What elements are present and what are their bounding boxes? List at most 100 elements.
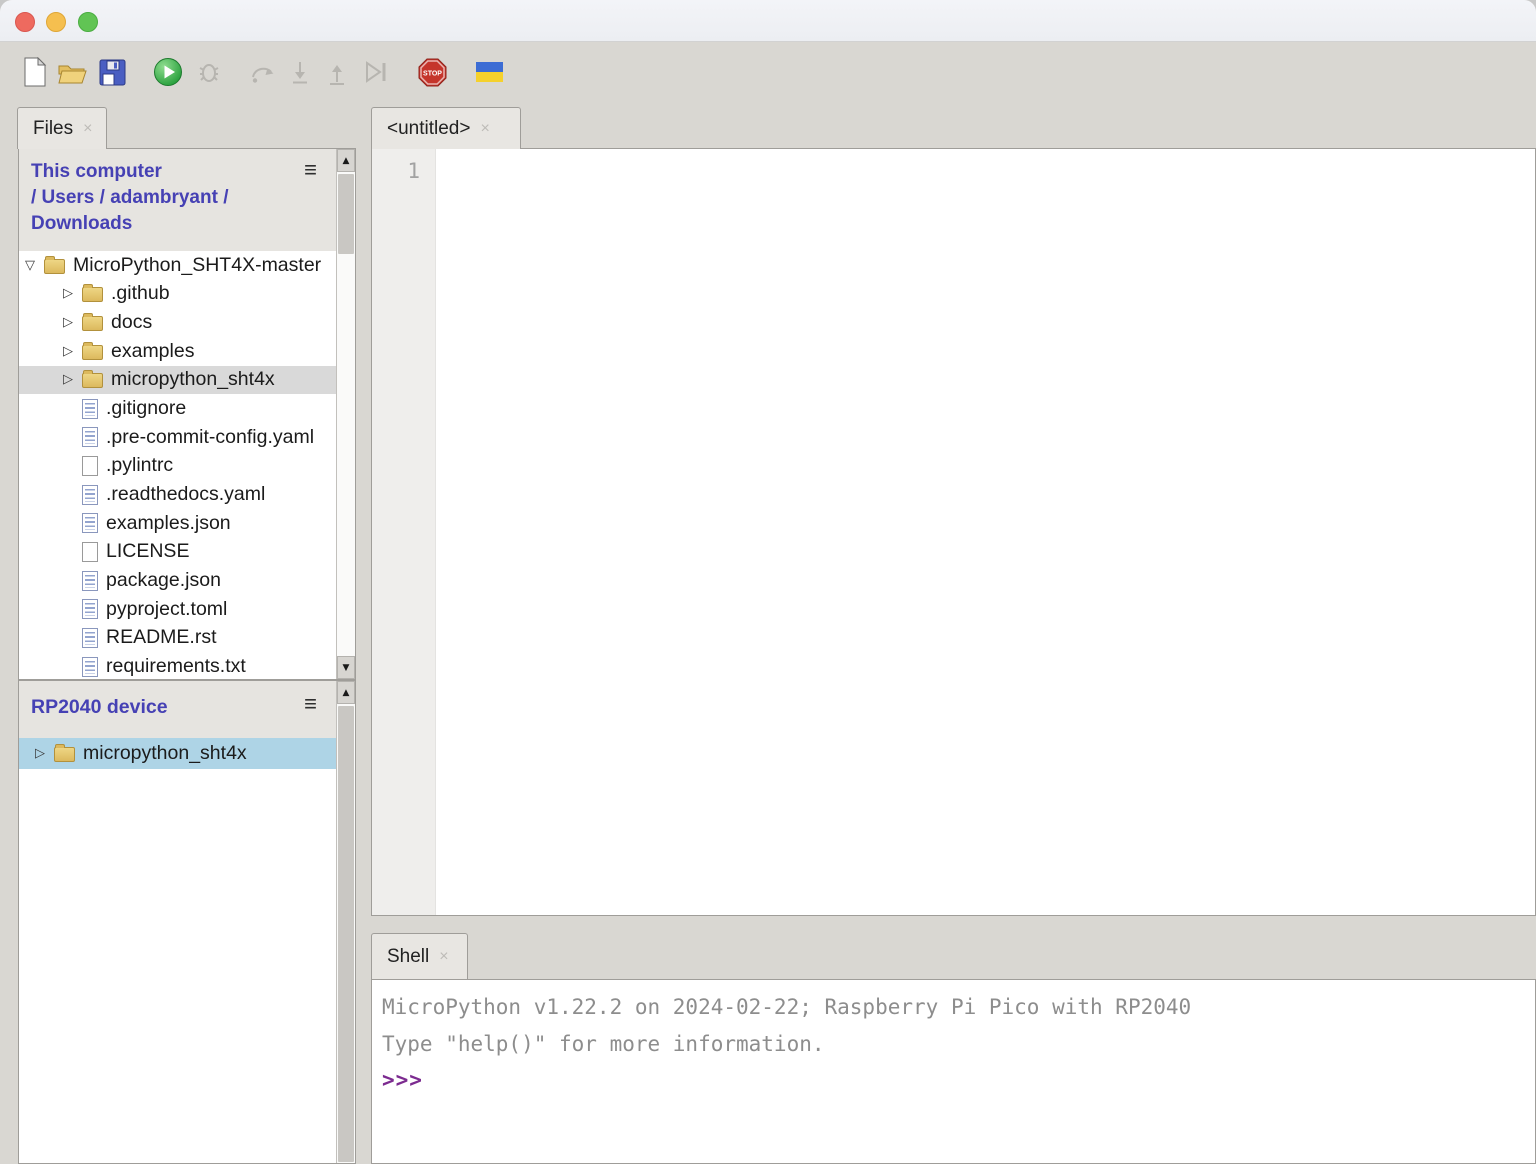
file-icon [82,427,98,447]
close-window-button[interactable] [15,12,35,32]
tree-row[interactable]: .readthedocs.yaml [19,480,336,509]
tree-row-label: LICENSE [106,540,189,563]
tree-row-label: .github [111,282,170,305]
expand-arrow-icon[interactable]: ▷ [60,372,76,387]
open-file-button[interactable] [55,55,89,89]
tree-row[interactable]: ▽ MicroPython_SHT4X-master [19,251,336,280]
tree-row-label: requirements.txt [106,655,246,678]
file-icon [82,485,98,505]
editor: 1 [371,148,1536,916]
tree-row[interactable]: README.rst [19,624,336,653]
tree-row[interactable]: requirements.txt [19,652,336,679]
folder-icon [82,287,103,302]
tree-row[interactable]: ▷examples [19,337,336,366]
tree-row-label: examples.json [106,512,231,535]
tree-row[interactable]: ▷docs [19,308,336,337]
expand-arrow-icon[interactable]: ▷ [60,286,76,301]
zoom-window-button[interactable] [78,12,98,32]
tree-row-label: pyproject.toml [106,598,227,621]
folder-icon [82,316,103,331]
shell-output[interactable]: MicroPython v1.22.2 on 2024-02-22; Raspb… [372,980,1535,1163]
run-button[interactable] [151,55,185,89]
save-button[interactable] [95,55,129,89]
expand-arrow-icon[interactable]: ▷ [60,315,76,330]
scroll-up-button[interactable]: ▲ [337,681,355,704]
tree-row-label: MicroPython_SHT4X-master [73,254,321,277]
tree-row-label: package.json [106,569,221,592]
shell-tab-label: Shell [387,946,429,968]
breadcrumb-line[interactable]: This computer [31,159,343,185]
step-over-icon [249,59,277,85]
file-icon [82,456,98,476]
line-number: 1 [372,157,435,185]
tree-row[interactable]: ▷ .github [19,280,336,309]
stop-button[interactable]: STOP [415,55,449,89]
file-icon [82,599,98,619]
shell-prompt: >>> [382,1063,1535,1097]
tab-close-icon[interactable]: × [439,949,448,965]
files-tab[interactable]: Files × [17,107,107,149]
hamburger-icon: ≡ [304,691,317,716]
tree-row[interactable]: .pylintrc [19,452,336,481]
debug-icon [195,58,223,86]
up-arrow-icon: ▲ [343,156,350,166]
file-tree: ▽MicroPython_SHT4X-master▷.github▷docs▷e… [19,251,336,679]
files-panel: This computer / Users / adambryant / Dow… [18,148,356,680]
folder-icon [44,259,65,274]
device-panel: RP2040 device ≡ ▷micropython_sht4x ▲ [18,680,356,1164]
expand-arrow-icon[interactable]: ▷ [60,344,76,359]
resume-button [358,55,392,89]
breadcrumb: This computer / Users / adambryant / Dow… [19,149,355,251]
tab-close-icon[interactable]: × [480,121,489,137]
device-scrollbar[interactable]: ▲ [336,681,355,1163]
new-file-button[interactable] [18,55,52,89]
ukraine-flag-icon [476,62,503,82]
file-icon [82,657,98,677]
tree-row-label: .readthedocs.yaml [106,483,265,506]
shell-line: MicroPython v1.22.2 on 2024-02-22; Raspb… [382,989,1535,1026]
toolbar: STOP [0,43,1536,103]
files-menu-button[interactable]: ≡ [304,159,317,181]
breadcrumb-line[interactable]: / Users / adambryant / [31,185,343,211]
run-icon [153,57,183,87]
editor-content[interactable] [437,149,1535,915]
files-scrollbar[interactable]: ▲ ▼ [336,149,355,679]
tree-row[interactable]: .pre-commit-config.yaml [19,423,336,452]
collapse-arrow-icon[interactable]: ▽ [22,258,38,273]
svg-text:STOP: STOP [423,70,442,77]
device-panel-title: RP2040 device [31,696,168,719]
tree-row[interactable]: LICENSE [19,538,336,567]
scroll-up-button[interactable]: ▲ [337,149,355,172]
stop-icon: STOP [418,58,447,87]
minimize-window-button[interactable] [46,12,66,32]
tree-row[interactable]: ▷ micropython_sht4x [19,366,336,395]
tree-row[interactable]: package.json [19,566,336,595]
scroll-down-button[interactable]: ▼ [337,656,355,679]
file-icon [82,571,98,591]
scroll-thumb[interactable] [338,706,354,1162]
editor-tab[interactable]: <untitled> × [371,107,521,149]
shell-tab[interactable]: Shell × [371,933,468,979]
device-panel-header: RP2040 device ≡ [19,681,355,738]
debug-button [192,55,226,89]
thonny-window: STOP Files × This computer / Users / ada… [0,0,1536,1164]
tree-row[interactable]: .gitignore [19,394,336,423]
file-icon [82,628,98,648]
device-menu-button[interactable]: ≡ [304,693,317,715]
tab-close-icon[interactable]: × [83,121,92,137]
step-over-button [246,55,280,89]
step-into-icon [286,59,314,85]
files-tab-label: Files [33,118,73,140]
ukraine-flag-button[interactable] [472,55,506,89]
tree-row[interactable]: examples.json [19,509,336,538]
expand-arrow-icon[interactable]: ▷ [32,746,48,761]
file-icon [82,513,98,533]
scroll-thumb[interactable] [338,174,354,254]
folder-icon [82,345,103,360]
file-icon [82,542,98,562]
tree-row-label: micropython_sht4x [111,368,275,391]
tree-row[interactable]: pyproject.toml [19,595,336,624]
tree-row[interactable]: ▷micropython_sht4x [19,738,336,769]
breadcrumb-line[interactable]: Downloads [31,211,343,237]
step-into-button [283,55,317,89]
